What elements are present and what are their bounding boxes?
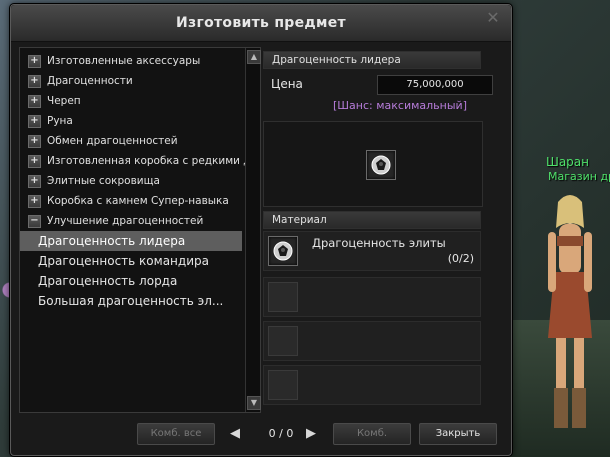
category-label: Драгоценности [47,75,133,87]
combine-button[interactable]: Комб. [333,423,411,445]
empty-slot [268,326,298,356]
price-value: 75,000,000 [377,75,493,95]
recipe-list-panel: + Изготовленные аксессуары + Драгоценности +… [19,47,261,413]
craft-item-dialog: Изготовить предмет ✕ + Изготовленные аксе… [10,4,512,456]
category-label: Изготовленная коробка с редкими драгоцен… [47,155,246,167]
recipe-item[interactable]: Драгоценность лидера [20,231,242,251]
recipe-item[interactable]: Драгоценность командира [20,251,242,271]
category-item[interactable]: + Драгоценности [20,71,246,91]
plus-icon[interactable]: + [28,174,41,188]
category-item[interactable]: + Обмен драгоценностей [20,131,246,151]
category-item[interactable]: + Руна [20,111,246,131]
gem-icon [371,155,391,175]
plus-icon[interactable]: + [28,74,41,88]
npc-character[interactable] [530,188,610,450]
result-item-slot[interactable] [366,150,396,180]
plus-icon[interactable]: + [28,154,41,168]
material-item-slot[interactable] [268,236,298,266]
material-row-empty [263,365,481,405]
category-label: Руна [47,115,73,127]
category-label: Улучшение драгоценностей [47,215,204,227]
category-label: Элитные сокровища [47,175,160,187]
recipe-item[interactable]: Большая драгоценность эл... [20,291,242,311]
material-row-empty [263,277,481,317]
close-button[interactable]: Закрыть [419,423,497,445]
npc-name[interactable]: Шаран [546,155,589,169]
material-row[interactable]: Драгоценность элиты (0/2) [263,231,481,271]
next-page-icon[interactable]: ▶ [303,426,319,442]
result-header: Драгоценность лидера [263,51,481,69]
price-label: Цена [271,77,303,91]
category-label: Изготовленные аксессуары [47,55,201,67]
category-item[interactable]: − Улучшение драгоценностей [20,211,246,231]
recipe-list: + Изготовленные аксессуары + Драгоценности +… [20,48,246,415]
material-count: (0/2) [447,252,474,265]
plus-icon[interactable]: + [28,194,41,208]
plus-icon[interactable]: + [28,134,41,148]
category-item[interactable]: + Изготовленная коробка с редкими драгоце… [20,151,246,171]
plus-icon[interactable]: + [28,94,41,108]
close-icon[interactable]: ✕ [485,10,501,26]
recipe-item[interactable]: Драгоценность лорда [20,271,242,291]
success-chance: [Шанс: максимальный] [333,99,467,112]
combine-all-button[interactable]: Комб. все [137,423,215,445]
scroll-down-icon[interactable]: ▼ [247,396,261,410]
prev-page-icon[interactable]: ◀ [227,426,243,442]
gem-icon [273,241,293,261]
material-name: Драгоценность элиты [312,236,446,250]
category-label: Обмен драгоценностей [47,135,178,147]
category-item[interactable]: + Коробка с камнем Супер-навыка [20,191,246,211]
dialog-titlebar[interactable]: Изготовить предмет ✕ [11,5,511,42]
minus-icon[interactable]: − [28,214,41,228]
page-indicator: 0 / 0 [268,427,294,440]
category-label: Коробка с камнем Супер-навыка [47,195,229,207]
scroll-up-icon[interactable]: ▲ [247,50,261,64]
category-item[interactable]: + Череп [20,91,246,111]
category-item[interactable]: + Элитные сокровища [20,171,246,191]
recipe-list-scrollbar[interactable]: ▲ ▼ [245,48,261,412]
dialog-title: Изготовить предмет [176,15,346,31]
npc-title: Магазин драгоценностей [548,170,610,183]
category-label: Череп [47,95,81,107]
category-item[interactable]: + Изготовленные аксессуары [20,51,246,71]
plus-icon[interactable]: + [28,114,41,128]
plus-icon[interactable]: + [28,54,41,68]
material-row-empty [263,321,481,361]
material-header: Материал [263,211,481,229]
result-item-area [263,121,483,207]
empty-slot [268,282,298,312]
empty-slot [268,370,298,400]
